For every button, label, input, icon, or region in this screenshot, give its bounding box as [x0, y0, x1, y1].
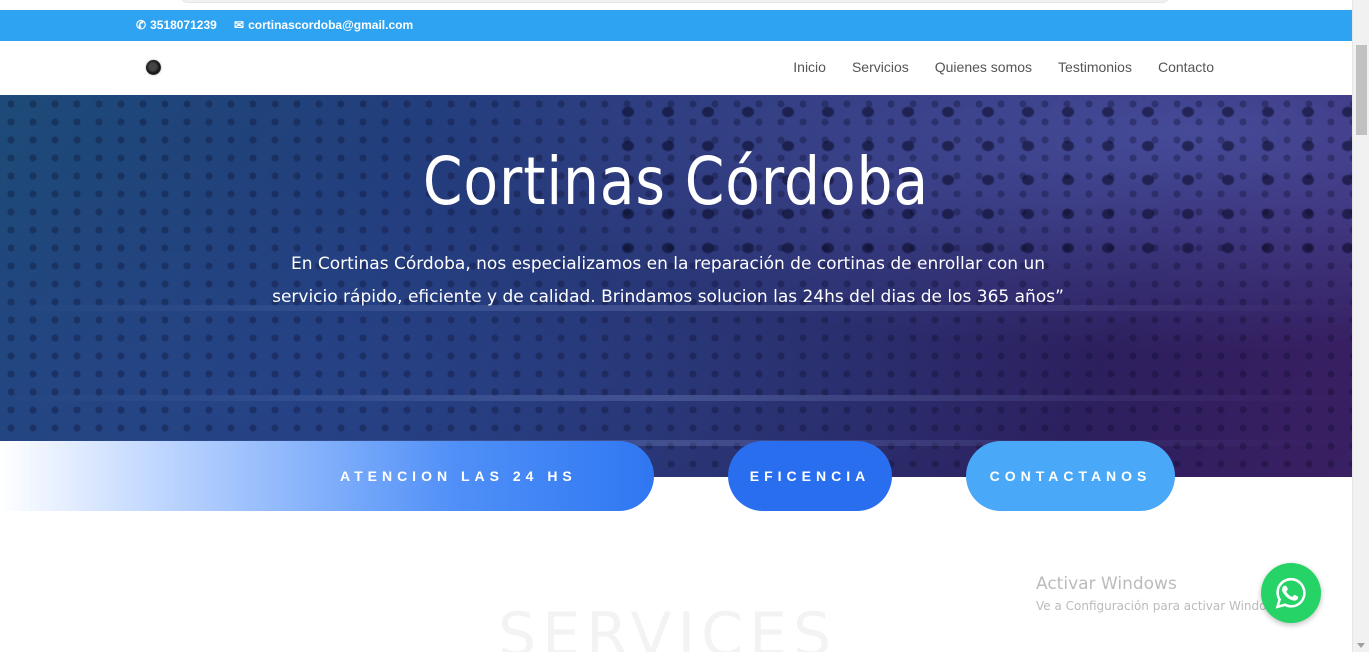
- whatsapp-button[interactable]: [1261, 563, 1321, 623]
- nav-menu: Inicio Servicios Quienes somos Testimoni…: [793, 59, 1214, 75]
- scroll-down-arrow-icon[interactable]: [1357, 643, 1365, 648]
- vertical-scrollbar[interactable]: [1352, 0, 1369, 652]
- address-bar-edge: [180, 0, 1170, 3]
- phone-icon: ✆: [136, 18, 147, 32]
- services-heading: SERVICES: [498, 600, 838, 652]
- hero-title: Cortinas Córdoba: [422, 143, 930, 220]
- hero-light-streak: [0, 395, 1352, 401]
- nav-item-inicio[interactable]: Inicio: [793, 59, 826, 75]
- eficencia-button[interactable]: EFICENCIA: [728, 441, 892, 511]
- contact-bar: ✆ 3518071239 ✉ cortinascordoba@gmail.com: [0, 10, 1352, 41]
- watermark-line-2: Ve a Configuración para activar Windows.: [1036, 599, 1287, 613]
- email-address[interactable]: cortinascordoba@gmail.com: [248, 18, 413, 32]
- email-contact[interactable]: ✉ cortinascordoba@gmail.com: [234, 18, 413, 32]
- watermark-line-1: Activar Windows: [1036, 574, 1177, 594]
- scrollbar-thumb[interactable]: [1356, 45, 1367, 135]
- browser-top-strip: [0, 0, 1352, 10]
- whatsapp-icon: [1275, 577, 1306, 609]
- nav-item-servicios[interactable]: Servicios: [852, 59, 909, 75]
- hero-section: Cortinas Córdoba En Cortinas Córdoba, no…: [0, 95, 1352, 477]
- site-logo[interactable]: [146, 60, 161, 75]
- phone-contact[interactable]: ✆ 3518071239: [136, 18, 217, 32]
- nav-item-contacto[interactable]: Contacto: [1158, 59, 1214, 75]
- windows-activation-watermark: Activar Windows Ve a Configuración para …: [1036, 574, 1286, 613]
- atencion-24hs-button[interactable]: ATENCION LAS 24 HS: [0, 441, 654, 511]
- envelope-icon: ✉: [234, 18, 245, 32]
- nav-item-testimonios[interactable]: Testimonios: [1058, 59, 1132, 75]
- main-navigation: Inicio Servicios Quienes somos Testimoni…: [0, 41, 1352, 95]
- contactanos-button[interactable]: CONTACTANOS: [966, 441, 1175, 511]
- nav-item-quienes-somos[interactable]: Quienes somos: [935, 59, 1032, 75]
- phone-number[interactable]: 3518071239: [150, 18, 217, 32]
- hero-description: En Cortinas Córdoba, nos especializamos …: [272, 254, 1064, 307]
